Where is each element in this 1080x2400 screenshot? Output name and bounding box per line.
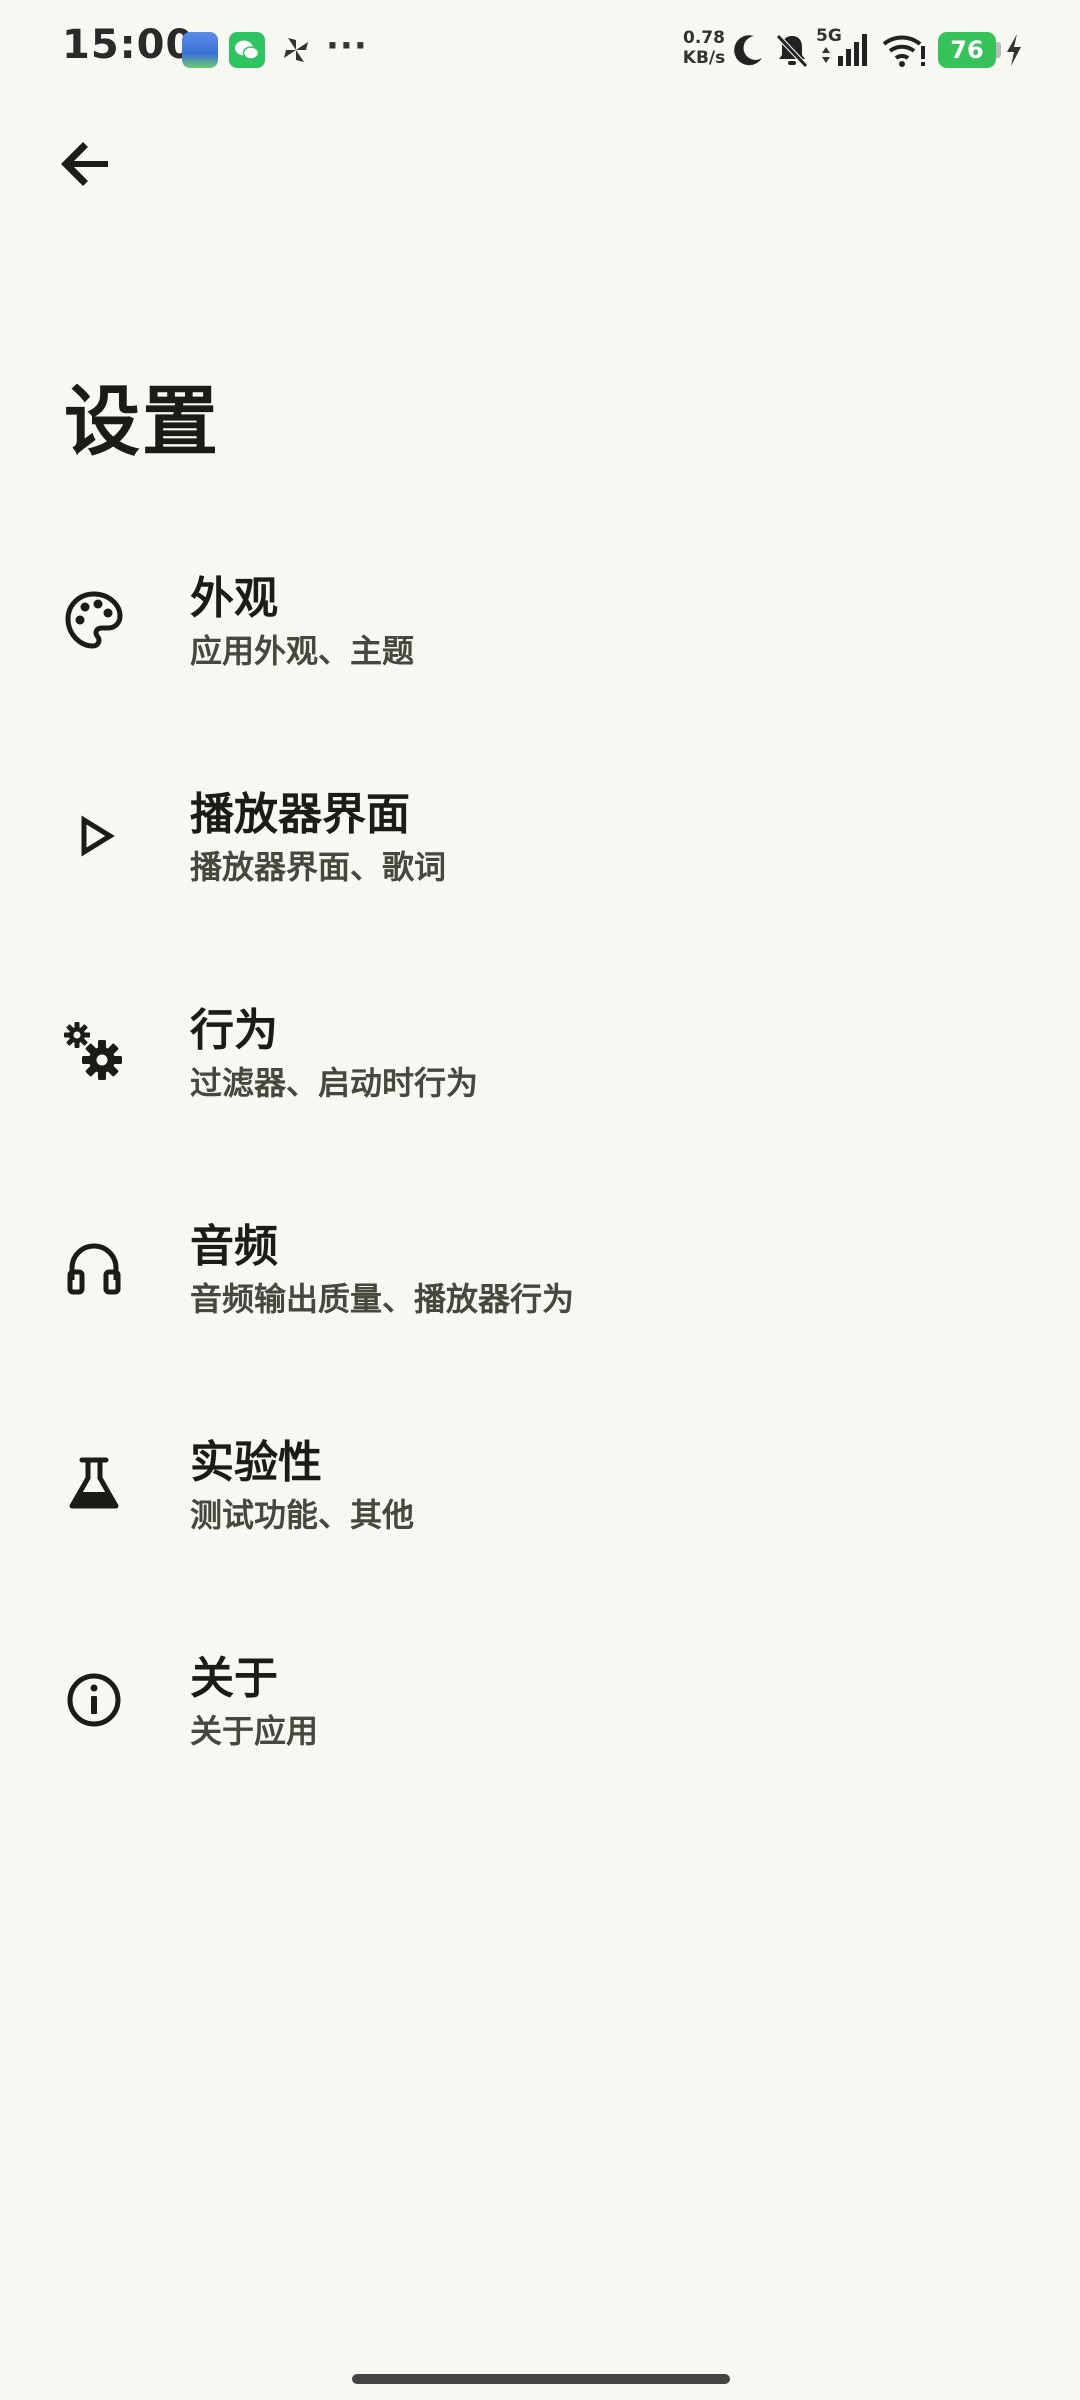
arrow-left-icon: [61, 142, 108, 186]
settings-item-subtitle: 过滤器、启动时行为: [190, 1064, 479, 1102]
play-outline-icon: [81, 815, 115, 857]
settings-item-player-ui[interactable]: 播放器界面 播放器界面、歌词: [0, 756, 1080, 972]
settings-item-title: 播放器界面: [190, 789, 410, 840]
settings-item-subtitle: 关于应用: [190, 1712, 319, 1750]
settings-item-appearance[interactable]: 外观 应用外观、主题: [0, 540, 1080, 756]
settings-item-title: 外观: [190, 573, 278, 624]
signal-icon: [838, 34, 867, 66]
wechat-icon: [229, 32, 265, 68]
settings-item-title: 关于: [190, 1653, 278, 1704]
status-bar: 15:00 ··· 0.78 KB/s 5G 76: [0, 0, 1080, 100]
pinwheel-icon: [278, 32, 314, 68]
gesture-navigation-bar[interactable]: [352, 2374, 730, 2384]
gears-icon: [64, 1022, 122, 1080]
settings-item-about[interactable]: 关于 关于应用: [0, 1620, 1080, 1836]
battery-icon: 76: [938, 32, 996, 68]
back-button[interactable]: [50, 130, 122, 202]
battery-cap: [996, 42, 1001, 58]
moon-icon: [734, 35, 762, 66]
settings-item-title: 音频: [190, 1221, 278, 1272]
settings-item-experimental[interactable]: 实验性 测试功能、其他: [0, 1404, 1080, 1620]
status-time: 15:00: [62, 22, 195, 68]
settings-item-subtitle: 测试功能、其他: [190, 1496, 415, 1534]
settings-item-subtitle: 播放器界面、歌词: [190, 848, 447, 886]
settings-list: 外观 应用外观、主题 播放器界面 播放器界面、歌词 行为 过滤器、启动时行为 音…: [0, 540, 1080, 1836]
page-title: 设置: [64, 377, 220, 466]
network-speed: 0.78 KB/s: [676, 28, 732, 68]
more-notifications-icon: ···: [326, 26, 368, 66]
settings-item-subtitle: 音频输出质量、播放器行为: [190, 1280, 575, 1318]
gallery-app-icon: [182, 32, 218, 68]
data-arrows-icon: [822, 47, 830, 63]
network-speed-value: 0.78: [683, 28, 725, 48]
bell-off-icon: [776, 34, 808, 68]
settings-screen: 15:00 ··· 0.78 KB/s 5G 76 设置 外观 应用外观、主题 …: [0, 0, 1080, 2400]
settings-item-behavior[interactable]: 行为 过滤器、启动时行为: [0, 972, 1080, 1188]
palette-icon: [65, 591, 123, 649]
settings-item-audio[interactable]: 音频 音频输出质量、播放器行为: [0, 1188, 1080, 1404]
headphones-icon: [67, 1243, 121, 1295]
info-icon: [67, 1673, 121, 1727]
settings-item-title: 实验性: [190, 1437, 322, 1488]
settings-item-subtitle: 应用外观、主题: [190, 632, 415, 670]
flask-icon: [69, 1457, 119, 1509]
charging-icon: [1007, 34, 1021, 66]
network-speed-unit: KB/s: [682, 48, 726, 68]
settings-item-title: 行为: [190, 1005, 278, 1056]
wifi-icon: [882, 35, 925, 67]
